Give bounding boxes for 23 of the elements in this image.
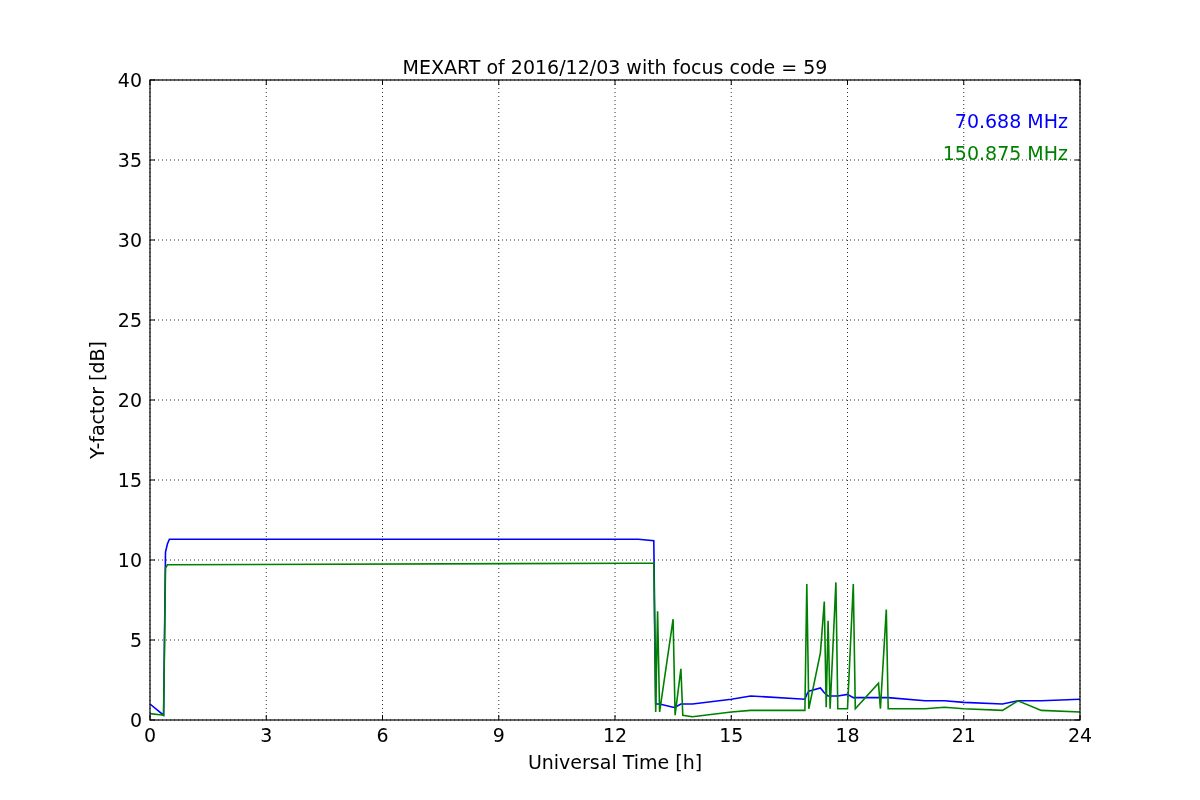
legend-entry: 150.875 MHz [942,142,1068,164]
y-tick-label: 35 [117,149,142,171]
y-tick-label: 30 [117,229,142,251]
y-tick-label: 20 [117,389,142,411]
y-tick-label: 15 [117,469,142,491]
x-tick-label: 3 [260,724,273,746]
y-tick-label: 10 [117,549,142,571]
x-tick-label: 24 [1067,724,1093,746]
y-tick-label: 40 [117,69,142,91]
y-tick-label: 5 [129,629,142,651]
chart-title: MEXART of 2016/12/03 with focus code = 59 [402,56,828,78]
x-axis-label: Universal Time [h] [527,751,703,773]
y-axis-label: Y-factor [dB] [86,341,108,459]
x-tick-label: 9 [492,724,505,746]
x-tick-label: 6 [376,724,389,746]
y-tick-label: 0 [129,709,142,731]
x-tick-label: 18 [835,724,860,746]
x-tick-label: 0 [143,724,157,746]
legend-entry: 70.688 MHz [954,110,1068,132]
x-tick-label: 15 [719,724,744,746]
x-tick-label: 12 [602,724,628,746]
y-tick-label: 25 [117,309,142,331]
x-tick-label: 21 [951,724,976,746]
